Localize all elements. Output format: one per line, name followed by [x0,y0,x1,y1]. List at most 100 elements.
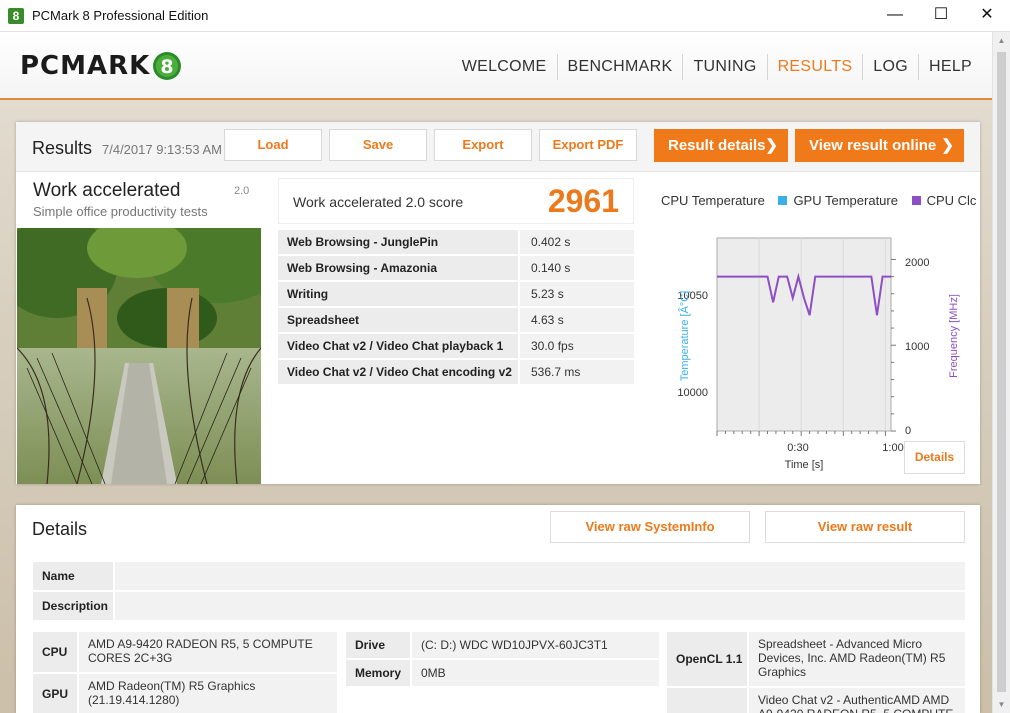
cpu-value: AMD A9-9420 RADEON R5, 5 COMPUTE CORES 2… [79,632,337,672]
test-name: Work accelerated [33,180,181,201]
nav-benchmark[interactable]: BENCHMARK [558,54,684,80]
view-online-button[interactable]: View result online ❯ [795,129,964,162]
view-raw-result-button[interactable]: View raw result [765,511,965,543]
legend-cpu-clock: CPU Clc [926,193,977,209]
result-row-value: 4.63 s [520,308,634,332]
gpu-row: GPU AMD Radeon(TM) R5 Graphics (21.19.41… [33,674,337,713]
x-tick-label: 1:00 [882,442,903,454]
opencl-label: OpenCL 1.1 [667,632,747,686]
view-raw-systeminfo-button[interactable]: View raw SystemInfo [550,511,750,543]
gpu-value: AMD Radeon(TM) R5 Graphics (21.19.414.12… [79,674,337,713]
result-row-value: 5.23 s [520,282,634,306]
gpu-label: GPU [33,674,77,713]
result-row: Web Browsing - JunglePin 0.402 s [278,230,634,256]
x-tick-label: 0:30 [787,442,808,454]
plot-area [716,237,892,432]
opencl-value-videochat: Video Chat v2 - AuthenticAMD AMD A9-9420… [749,688,965,713]
main-nav: WELCOME BENCHMARK TUNING RESULTS LOG HEL… [452,54,992,80]
name-value [115,562,965,590]
load-button[interactable]: Load [224,129,322,161]
test-description: Simple office productivity tests [33,204,208,219]
score-label: Work accelerated 2.0 score [293,194,464,210]
y-right-tick-label: 1000 [905,341,929,353]
memory-value: 0MB [412,660,659,686]
result-row-name: Writing [278,282,518,306]
result-details-button[interactable]: Result details ❯ [654,129,788,162]
drive-row: Drive (C: D:) WDC WD10JPVX-60JC3T1 [346,632,659,658]
cpu-label: CPU [33,632,77,672]
opencl-row: OpenCL 1.1 Spreadsheet - Advanced Micro … [667,632,965,686]
test-version: 2.0 [234,185,250,197]
export-pdf-button[interactable]: Export PDF [539,129,637,161]
logo-8-icon: 8 [152,51,182,81]
export-button[interactable]: Export [434,129,532,161]
logo-text: PCMARK [20,51,151,81]
nav-help[interactable]: HELP [919,54,992,80]
y-right-axis-label: Frequency [MHz] [948,294,960,378]
window-title: PCMark 8 Professional Edition [32,8,209,23]
y-left-axis-label: Temperature [Â°C] [678,291,691,382]
result-row: Video Chat v2 / Video Chat encoding v2 53… [278,360,634,386]
result-row-name: Video Chat v2 / Video Chat encoding v2 [278,360,518,384]
description-label: Description [33,592,113,620]
maximize-button[interactable]: ☐ [918,0,964,32]
name-row: Name [33,562,965,590]
legend-cpu-temperature: CPU Temperature [661,193,765,209]
results-toolbar: Results 7/4/2017 9:13:53 AM Load Save Ex… [16,122,980,172]
opencl-row-2: Video Chat v2 - AuthenticAMD AMD A9-9420… [667,688,965,713]
result-rows: Web Browsing - JunglePin 0.402 s Web Brow… [278,230,634,386]
chart-details-button[interactable]: Details [904,441,965,474]
result-row-name: Web Browsing - JunglePin [278,230,518,254]
memory-label: Memory [346,660,410,686]
app-header: PCMARK 8 WELCOME BENCHMARK TUNING RESULT… [0,32,992,100]
result-row: Spreadsheet 4.63 s [278,308,634,334]
opencl-value-spreadsheet: Spreadsheet - Advanced Micro Devices, In… [749,632,965,686]
result-row-name: Web Browsing - Amazonia [278,256,518,280]
chevron-right-icon: ❯ [941,137,954,154]
scroll-down-icon[interactable]: ▼ [993,696,1010,713]
details-title: Details [32,519,88,539]
nav-tuning[interactable]: TUNING [683,54,768,80]
pcmark-logo: PCMARK 8 [20,50,182,82]
app-icon: 8 [8,8,24,24]
result-row-name: Spreadsheet [278,308,518,332]
results-date: 7/4/2017 9:13:53 AM [102,142,222,157]
legend-gpu-temperature: GPU Temperature [793,193,898,209]
scroll-thumb[interactable] [997,52,1006,692]
nav-welcome[interactable]: WELCOME [452,54,558,80]
results-panel: Results 7/4/2017 9:13:53 AM Load Save Ex… [16,122,980,484]
opencl-label-2 [667,688,747,713]
result-row-value: 30.0 fps [520,334,634,358]
nav-results[interactable]: RESULTS [768,54,864,80]
result-row-name: Video Chat v2 / Video Chat playback 1 v2 [278,334,518,377]
result-details-label: Result details [668,137,766,154]
description-row: Description [33,592,965,620]
legend-swatch-cpu-clock [911,196,921,206]
scroll-up-icon[interactable]: ▲ [993,32,1010,49]
results-title: Results [32,138,93,158]
details-panel: Details View raw SystemInfo View raw res… [16,505,980,713]
description-value [115,592,965,620]
vertical-scrollbar[interactable]: ▲ ▼ [992,32,1010,713]
close-button[interactable]: ✕ [964,0,1010,32]
result-row: Writing 5.23 s [278,282,634,308]
save-button[interactable]: Save [329,129,427,161]
legend-swatch-gpu-temp [778,196,788,206]
score-box: Work accelerated 2.0 score 2961 [278,178,634,224]
minimize-button[interactable]: — [872,0,918,32]
result-row-value: 0.140 s [520,256,634,280]
drive-value: (C: D:) WDC WD10JPVX-60JC3T1 [412,632,659,658]
result-row-value: 536.7 ms [520,360,634,384]
y-right-tick-label: 0 [905,425,911,437]
x-axis-label: Time [s] [785,459,824,471]
result-row: Web Browsing - Amazonia 0.140 s [278,256,634,282]
cpu-row: CPU AMD A9-9420 RADEON R5, 5 COMPUTE COR… [33,632,337,672]
chart-legend: CPU Temperature GPU Temperature CPU Clc [655,192,980,208]
svg-text:8: 8 [161,56,174,78]
score-value: 2961 [547,183,619,219]
nav-log[interactable]: LOG [863,54,919,80]
drive-label: Drive [346,632,410,658]
memory-row: Memory 0MB [346,660,659,686]
view-online-label: View result online [809,137,937,154]
title-bar: 8 PCMark 8 Professional Edition — ☐ ✕ [0,0,1010,32]
